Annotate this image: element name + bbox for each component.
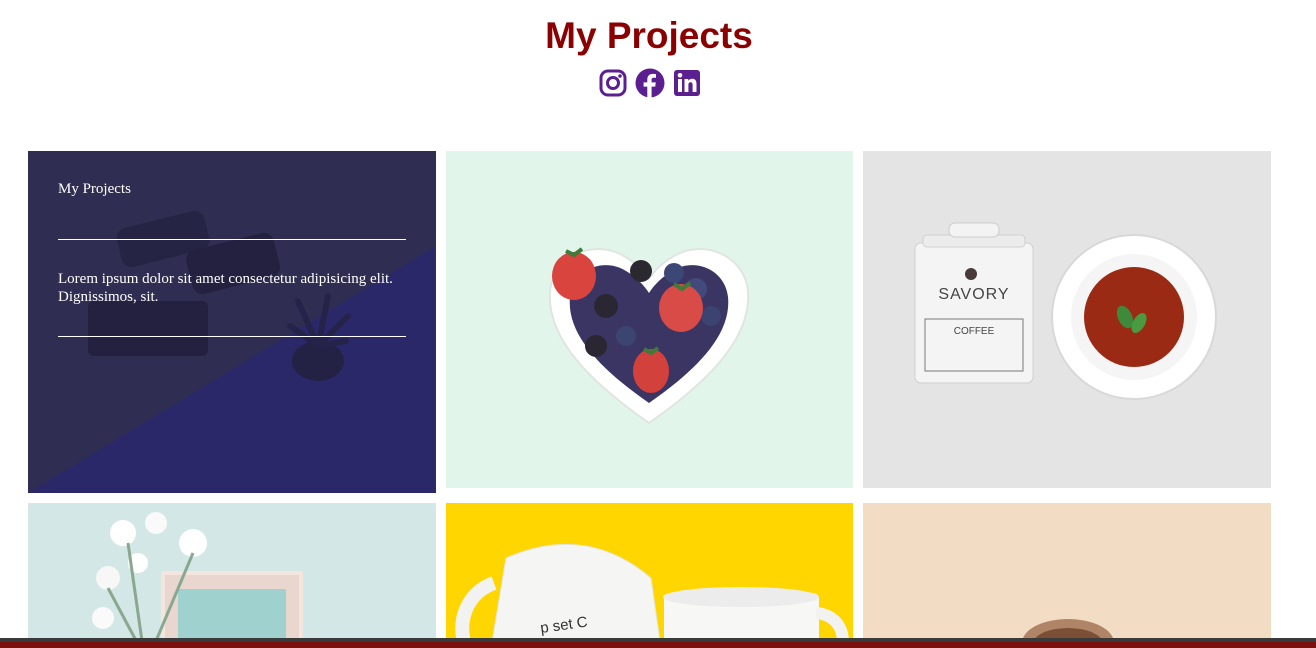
project-image: SAVORY COFFEE (863, 151, 1271, 488)
facebook-icon[interactable] (635, 68, 665, 98)
divider (58, 239, 406, 240)
project-overlay: My Projects Lorem ipsum dolor sit amet c… (28, 151, 436, 493)
divider (58, 336, 406, 337)
project-card-5[interactable]: p set C (446, 503, 853, 648)
project-card-4[interactable] (28, 503, 436, 648)
project-card-2[interactable] (446, 151, 853, 488)
svg-text:COFFEE: COFFEE (954, 326, 995, 337)
project-image (28, 503, 436, 648)
project-card-1[interactable]: My Projects Lorem ipsum dolor sit amet c… (28, 151, 436, 493)
svg-text:SAVORY: SAVORY (938, 286, 1009, 303)
project-image: p set C (446, 503, 853, 648)
instagram-icon[interactable] (599, 68, 627, 98)
overlay-title: My Projects (58, 181, 131, 197)
page-title: My Projects (545, 15, 753, 56)
linkedin-icon[interactable] (673, 68, 701, 98)
project-image (446, 151, 853, 488)
project-card-6[interactable] (863, 503, 1271, 648)
project-card-3[interactable]: SAVORY COFFEE (863, 151, 1271, 488)
overlay-description: Lorem ipsum dolor sit amet consectetur a… (58, 271, 393, 305)
project-image (863, 503, 1271, 648)
social-links (599, 68, 701, 98)
footer-bar (0, 638, 1316, 648)
